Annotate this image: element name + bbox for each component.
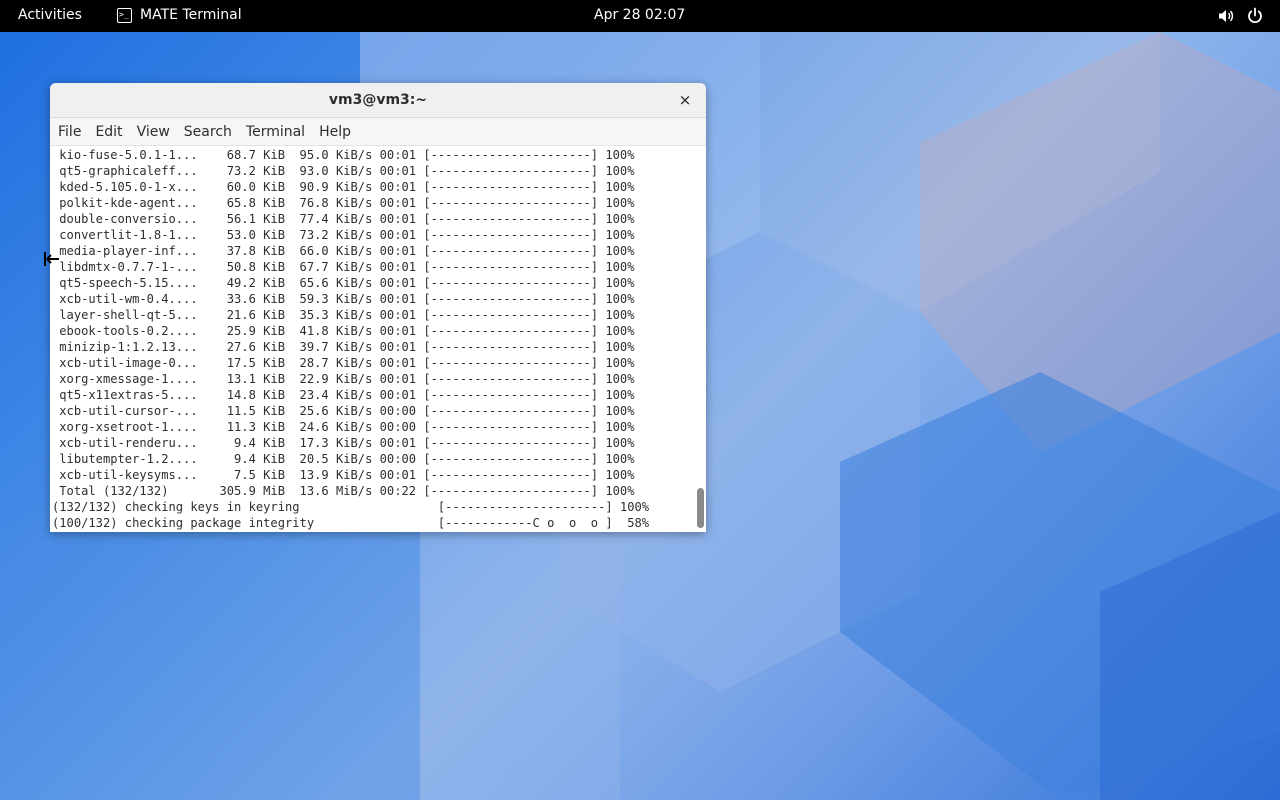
menu-search[interactable]: Search [184, 122, 232, 142]
terminal-line: libutempter-1.2.... 9.4 KiB 20.5 KiB/s 0… [52, 452, 635, 466]
terminal-line: xorg-xmessage-1.... 13.1 KiB 22.9 KiB/s … [52, 372, 635, 386]
terminal-line: double-conversio... 56.1 KiB 77.4 KiB/s … [52, 212, 635, 226]
terminal-output[interactable]: kio-fuse-5.0.1-1... 68.7 KiB 95.0 KiB/s … [50, 147, 706, 532]
activities-button[interactable]: Activities [18, 7, 82, 23]
close-button[interactable]: × [677, 92, 693, 108]
window-title: vm3@vm3:~ [328, 92, 428, 108]
terminal-line: polkit-kde-agent... 65.8 KiB 76.8 KiB/s … [52, 196, 635, 210]
window-titlebar[interactable]: vm3@vm3:~ × [50, 83, 706, 118]
menu-help[interactable]: Help [319, 122, 351, 142]
terminal-line: xcb-util-image-0... 17.5 KiB 28.7 KiB/s … [52, 356, 635, 370]
scrollbar-thumb[interactable] [697, 488, 704, 528]
terminal-scrollbar[interactable] [696, 147, 704, 532]
terminal-line: kio-fuse-5.0.1-1... 68.7 KiB 95.0 KiB/s … [52, 148, 635, 162]
power-icon[interactable] [1246, 7, 1264, 25]
terminal-line: layer-shell-qt-5... 21.6 KiB 35.3 KiB/s … [52, 308, 635, 322]
terminal-window[interactable]: vm3@vm3:~ × File Edit View Search Termin… [50, 83, 706, 532]
terminal-line: xcb-util-cursor-... 11.5 KiB 25.6 KiB/s … [52, 404, 635, 418]
terminal-line: xcb-util-renderu... 9.4 KiB 17.3 KiB/s 0… [52, 436, 635, 450]
terminal-line: (132/132) checking keys in keyring [----… [52, 500, 650, 514]
top-bar: Activities >_ MATE Terminal Apr 28 02:07 [0, 0, 1280, 32]
terminal-line: Total (132/132) 305.9 MiB 13.6 MiB/s 00:… [52, 484, 635, 498]
terminal-line: xcb-util-wm-0.4.... 33.6 KiB 59.3 KiB/s … [52, 292, 635, 306]
menu-view[interactable]: View [137, 122, 170, 142]
terminal-line: media-player-inf... 37.8 KiB 66.0 KiB/s … [52, 244, 635, 258]
menu-terminal[interactable]: Terminal [246, 122, 305, 142]
resize-cursor-icon [44, 252, 59, 266]
menu-edit[interactable]: Edit [95, 122, 122, 142]
terminal-line: ebook-tools-0.2.... 25.9 KiB 41.8 KiB/s … [52, 324, 635, 338]
terminal-line: xcb-util-keysyms... 7.5 KiB 13.9 KiB/s 0… [52, 468, 635, 482]
terminal-line: qt5-graphicaleff... 73.2 KiB 93.0 KiB/s … [52, 164, 635, 178]
terminal-line: qt5-speech-5.15.... 49.2 KiB 65.6 KiB/s … [52, 276, 635, 290]
terminal-line: (100/132) checking package integrity [--… [52, 516, 650, 530]
terminal-line: minizip-1:1.2.13... 27.6 KiB 39.7 KiB/s … [52, 340, 635, 354]
terminal-icon: >_ [117, 7, 132, 23]
app-name-label: MATE Terminal [140, 7, 242, 23]
menu-file[interactable]: File [58, 122, 81, 142]
speaker-icon[interactable] [1217, 7, 1235, 25]
terminal-line: xorg-xsetroot-1.... 11.3 KiB 24.6 KiB/s … [52, 420, 635, 434]
menu-bar: File Edit View Search Terminal Help [50, 118, 706, 146]
terminal-line: kded-5.105.0-1-x... 60.0 KiB 90.9 KiB/s … [52, 180, 635, 194]
app-menu-button[interactable]: >_ MATE Terminal [117, 7, 242, 23]
terminal-line: qt5-x11extras-5.... 14.8 KiB 23.4 KiB/s … [52, 388, 635, 402]
terminal-line: libdmtx-0.7.7-1-... 50.8 KiB 67.7 KiB/s … [52, 260, 635, 274]
clock-button[interactable]: Apr 28 02:07 [594, 7, 685, 23]
terminal-line: convertlit-1.8-1... 53.0 KiB 73.2 KiB/s … [52, 228, 635, 242]
